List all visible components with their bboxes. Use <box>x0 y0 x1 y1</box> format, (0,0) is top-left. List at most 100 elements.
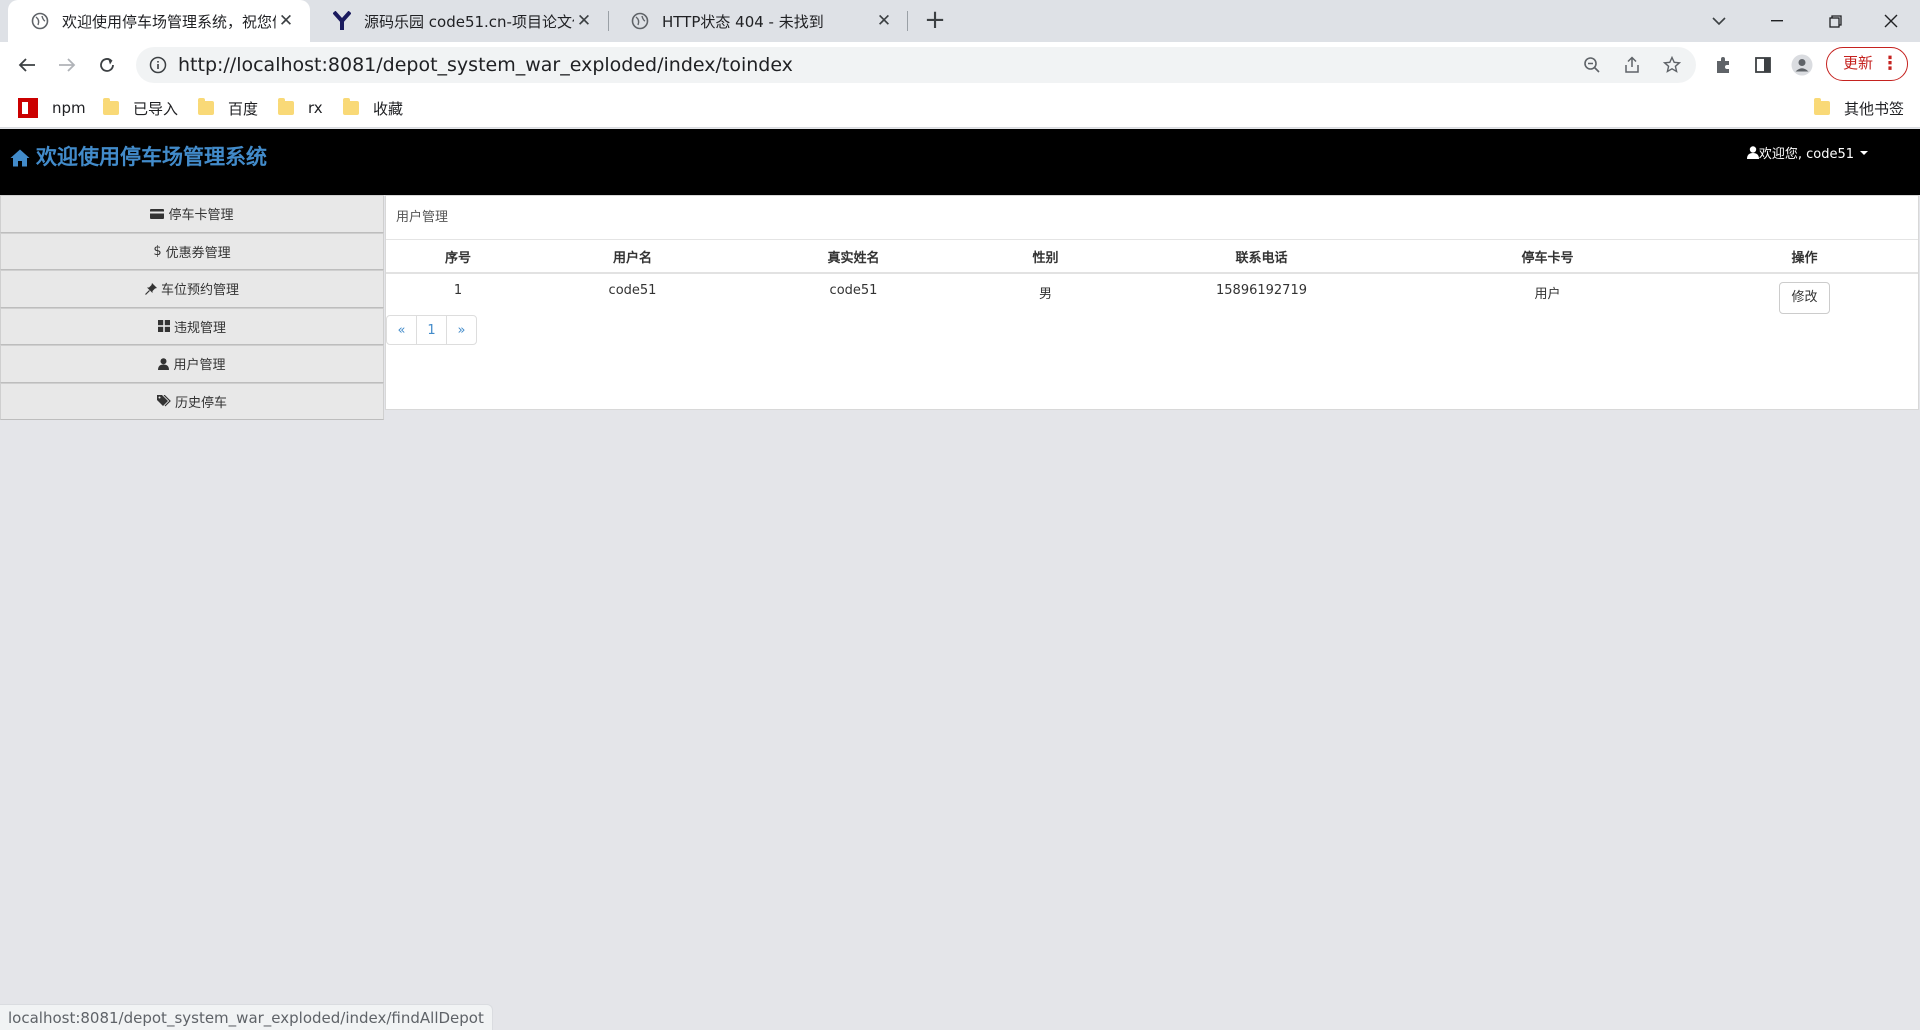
column-header: 性别 <box>972 240 1119 274</box>
profile-avatar-icon[interactable] <box>1791 54 1813 76</box>
minimize-icon[interactable] <box>1748 0 1806 42</box>
pagination-page[interactable]: 1 <box>416 315 447 345</box>
sidebar-item-reservations[interactable]: 车位预约管理 <box>0 270 384 308</box>
sidebar: 停车卡管理 $ 优惠券管理 车位预约管理 违规管理 用户管理 历史停车 <box>0 195 384 420</box>
close-window-icon[interactable] <box>1862 0 1920 42</box>
more-menu-icon[interactable]: ⋮ <box>1881 48 1899 79</box>
back-icon[interactable] <box>12 50 42 80</box>
tab-close-icon[interactable]: ✕ <box>874 11 894 31</box>
update-label: 更新 <box>1843 54 1874 72</box>
tab-search-icon[interactable] <box>1690 0 1748 42</box>
tab-title: 欢迎使用停车场管理系统，祝您停 <box>62 12 276 31</box>
status-bar-url: localhost:8081/depot_system_war_exploded… <box>0 1004 493 1030</box>
users-table: 序号 用户名 真实姓名 性别 联系电话 停车卡号 操作 1 code51 cod… <box>386 240 1918 315</box>
bookmark-imported[interactable]: 已导入 <box>103 88 178 128</box>
tab-separator <box>907 11 908 31</box>
tab-title: HTTP状态 404 - 未找到 <box>662 12 824 31</box>
extensions-icon[interactable] <box>1712 54 1734 76</box>
restore-icon[interactable] <box>1806 0 1864 42</box>
cell-phone: 15896192719 <box>1216 283 1307 298</box>
dollar-icon: $ <box>153 243 162 259</box>
cell-actions: 修改 <box>1691 273 1918 315</box>
browser-toolbar: http://localhost:8081/depot_system_war_e… <box>0 42 1920 88</box>
sidebar-item-label: 车位预约管理 <box>160 283 239 299</box>
tab-title: 源码乐园 code51.cn-项目论文代写 <box>364 12 574 31</box>
column-header: 停车卡号 <box>1404 240 1691 274</box>
brand-link[interactable]: 欢迎使用停车场管理系统 <box>10 129 267 186</box>
user-icon <box>158 357 170 370</box>
bookmarks-bar: npm 已导入 百度 rx 收藏 其他书签 <box>0 88 1920 128</box>
sidebar-item-label: 优惠券管理 <box>165 245 231 261</box>
folder-icon <box>103 98 119 115</box>
caret-down-icon <box>1860 150 1868 155</box>
share-icon[interactable] <box>1622 55 1642 75</box>
bookmark-label: 收藏 <box>373 99 404 118</box>
cell-card: 用户 <box>1534 287 1561 302</box>
tab-active[interactable]: 欢迎使用停车场管理系统，祝您停 ✕ <box>8 0 310 42</box>
table-row: 1 code51 code51 男 15896192719 用户 修改 <box>386 273 1918 315</box>
user-icon <box>1746 146 1759 159</box>
folder-icon <box>343 98 359 115</box>
globe-icon <box>630 11 650 31</box>
pushpin-icon <box>145 282 157 295</box>
credit-card-icon <box>150 208 165 219</box>
pagination: « 1 » <box>386 315 477 345</box>
bookmark-star-icon[interactable] <box>1662 55 1682 75</box>
sidebar-item-violations[interactable]: 违规管理 <box>0 307 384 345</box>
cell-username: code51 <box>608 283 657 298</box>
panel-title: 用户管理 <box>386 196 1918 240</box>
grid-icon <box>157 320 170 333</box>
sidebar-item-label: 违规管理 <box>173 320 226 336</box>
home-icon <box>10 149 30 166</box>
folder-icon <box>1814 98 1830 115</box>
column-header: 用户名 <box>530 240 735 274</box>
sidebar-item-coupons[interactable]: $ 优惠券管理 <box>0 232 384 270</box>
bookmark-label: 其他书签 <box>1844 99 1905 118</box>
npm-icon <box>18 98 38 118</box>
sidebar-item-label: 停车卡管理 <box>168 208 234 224</box>
bookmark-baidu[interactable]: 百度 <box>198 88 258 128</box>
tab-close-icon[interactable]: ✕ <box>276 11 296 31</box>
table-header-row: 序号 用户名 真实姓名 性别 联系电话 停车卡号 操作 <box>386 240 1918 274</box>
globe-icon <box>30 11 50 31</box>
bookmark-label: 百度 <box>228 99 259 118</box>
new-tab-button[interactable]: + <box>920 6 950 36</box>
folder-icon <box>278 98 294 115</box>
column-header: 操作 <box>1691 240 1918 274</box>
bookmark-npm[interactable]: npm <box>18 88 86 128</box>
other-bookmarks[interactable]: 其他书签 <box>1814 88 1904 128</box>
bookmark-favorites[interactable]: 收藏 <box>343 88 403 128</box>
update-button[interactable]: 更新 ⋮ <box>1826 47 1908 81</box>
browser-tab-bar: 欢迎使用停车场管理系统，祝您停 ✕ 源码乐园 code51.cn-项目论文代写 … <box>0 0 1920 42</box>
sidebar-item-label: 历史停车 <box>174 395 227 411</box>
edit-button[interactable]: 修改 <box>1779 282 1830 314</box>
user-management-panel: 用户管理 序号 用户名 真实姓名 性别 联系电话 停车卡号 操作 1 code5… <box>385 195 1919 410</box>
app-header: 欢迎使用停车场管理系统 欢迎您, code51 <box>0 129 1920 195</box>
sidebar-item-label: 用户管理 <box>173 358 226 374</box>
pagination-next[interactable]: » <box>446 315 477 345</box>
bookmark-label: 已导入 <box>133 99 179 118</box>
tab-close-icon[interactable]: ✕ <box>574 11 594 31</box>
folder-icon <box>198 98 214 115</box>
site-info-icon[interactable] <box>148 55 168 75</box>
column-header: 真实姓名 <box>735 240 972 274</box>
forward-icon[interactable] <box>52 50 82 80</box>
bookmark-rx[interactable]: rx <box>278 88 323 128</box>
pagination-prev[interactable]: « <box>386 315 417 345</box>
user-dropdown[interactable]: 欢迎您, code51 <box>1746 143 1868 162</box>
cell-index: 1 <box>453 283 463 298</box>
side-panel-icon[interactable] <box>1752 54 1774 76</box>
sidebar-item-history[interactable]: 历史停车 <box>0 382 384 420</box>
url-text: http://localhost:8081/depot_system_war_e… <box>178 54 793 76</box>
reload-icon[interactable] <box>92 50 122 80</box>
bookmark-label: npm <box>52 99 86 117</box>
tab-code51[interactable]: 源码乐园 code51.cn-项目论文代写 ✕ <box>310 0 608 42</box>
tab-404[interactable]: HTTP状态 404 - 未找到 ✕ <box>608 0 908 42</box>
address-bar[interactable]: http://localhost:8081/depot_system_war_e… <box>136 47 1696 83</box>
column-header: 序号 <box>386 240 530 274</box>
zoom-icon[interactable] <box>1582 55 1602 75</box>
cell-realname: code51 <box>829 283 878 298</box>
sidebar-item-parking-card[interactable]: 停车卡管理 <box>0 195 384 233</box>
bookmark-label: rx <box>308 99 323 117</box>
sidebar-item-users[interactable]: 用户管理 <box>0 345 384 383</box>
